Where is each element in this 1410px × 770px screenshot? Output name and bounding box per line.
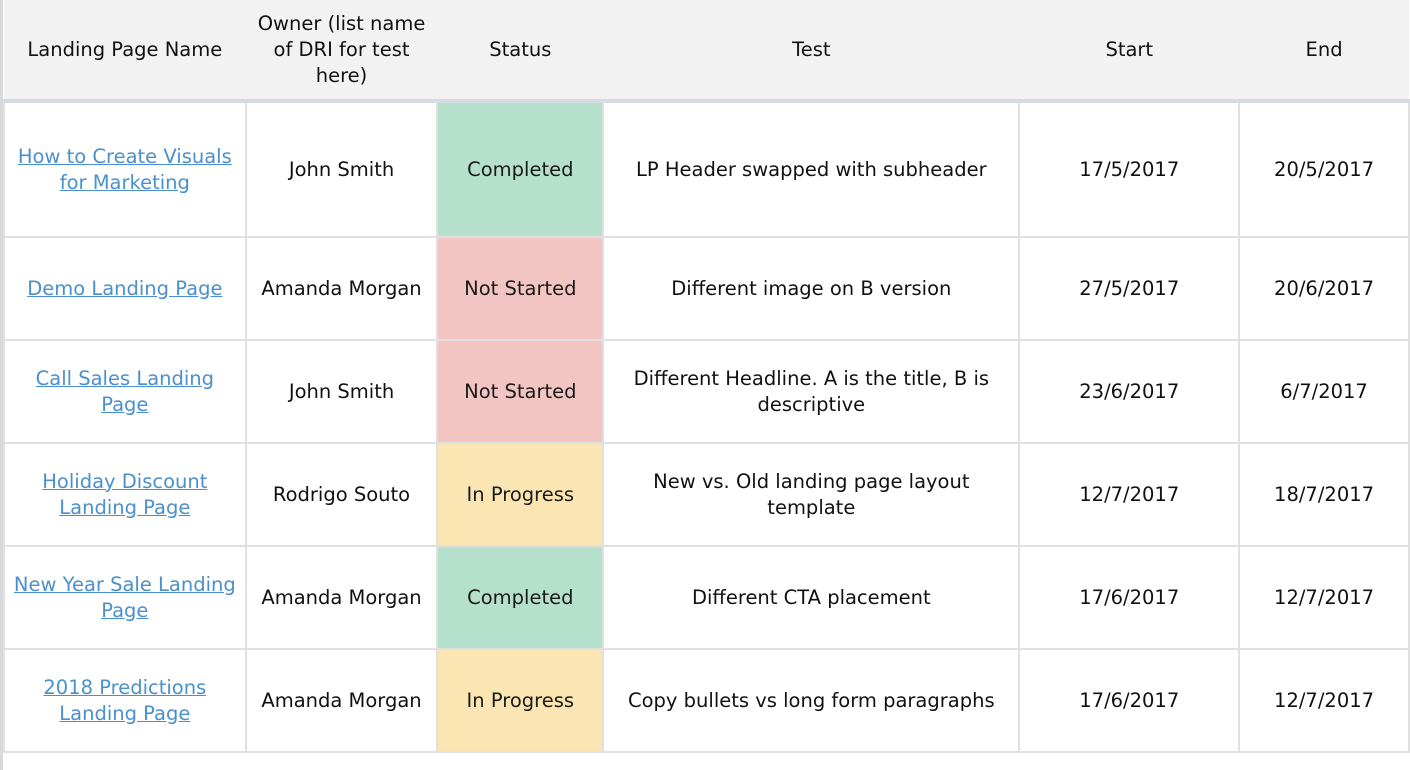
test-cell[interactable]: Different image on B version: [602, 236, 1021, 341]
landing-page-link[interactable]: 2018 Predictions Landing Page: [43, 676, 206, 725]
table-row: 2018 Predictions Landing Page Amanda Morg…: [3, 648, 1410, 753]
landing-page-test-table: Landing Page Name Owner (list name of DR…: [3, 0, 1410, 753]
header-owner[interactable]: Owner (list name of DRI for test here): [245, 0, 438, 103]
table-row: Demo Landing Page Amanda Morgan Not Starte…: [3, 236, 1410, 341]
landing-page-name-cell[interactable]: Holiday Discount Landing Page: [3, 442, 247, 547]
status-cell[interactable]: Not Started: [436, 236, 605, 341]
end-date-cell[interactable]: 20/6/2017: [1238, 236, 1410, 341]
table-row: New Year Sale Landing Page Amanda Morgan C…: [3, 545, 1410, 650]
end-date-cell[interactable]: 6/7/2017: [1238, 339, 1410, 444]
start-date-cell[interactable]: 27/5/2017: [1018, 236, 1241, 341]
test-cell[interactable]: Different Headline. A is the title, B is…: [602, 339, 1021, 444]
table-row: Call Sales Landing Page John Smith Not Sta…: [3, 339, 1410, 444]
start-date-cell[interactable]: 12/7/2017: [1018, 442, 1241, 547]
status-cell[interactable]: Completed: [436, 545, 605, 650]
end-date-cell[interactable]: 12/7/2017: [1238, 648, 1410, 753]
start-date-cell[interactable]: 23/6/2017: [1018, 339, 1241, 444]
end-date-cell[interactable]: 20/5/2017: [1238, 100, 1410, 238]
status-cell[interactable]: Completed: [436, 100, 605, 238]
landing-page-link[interactable]: How to Create Visuals for Marketing: [18, 145, 232, 194]
header-row: Landing Page Name Owner (list name of DR…: [4, 0, 1409, 103]
header-status[interactable]: Status: [437, 0, 604, 103]
owner-cell[interactable]: Rodrigo Souto: [244, 442, 439, 547]
header-end[interactable]: End: [1239, 0, 1409, 103]
owner-cell[interactable]: John Smith: [244, 339, 439, 444]
owner-cell[interactable]: Amanda Morgan: [244, 545, 439, 650]
start-date-cell[interactable]: 17/6/2017: [1018, 545, 1241, 650]
header-start[interactable]: Start: [1019, 0, 1240, 103]
status-cell[interactable]: In Progress: [436, 648, 605, 753]
owner-cell[interactable]: Amanda Morgan: [244, 648, 439, 753]
landing-page-name-cell[interactable]: How to Create Visuals for Marketing: [3, 100, 247, 238]
landing-page-name-cell[interactable]: Call Sales Landing Page: [3, 339, 247, 444]
owner-cell[interactable]: John Smith: [244, 100, 439, 238]
table-row: Holiday Discount Landing Page Rodrigo Sou…: [3, 442, 1410, 547]
landing-page-link[interactable]: Holiday Discount Landing Page: [42, 470, 207, 519]
owner-cell[interactable]: Amanda Morgan: [244, 236, 439, 341]
landing-page-link[interactable]: Call Sales Landing Page: [36, 367, 214, 416]
header-landing-page-name[interactable]: Landing Page Name: [4, 0, 246, 103]
end-date-cell[interactable]: 12/7/2017: [1238, 545, 1410, 650]
test-cell[interactable]: Different CTA placement: [602, 545, 1021, 650]
test-cell[interactable]: Copy bullets vs long form paragraphs: [602, 648, 1021, 753]
landing-page-link[interactable]: Demo Landing Page: [27, 277, 222, 300]
start-date-cell[interactable]: 17/6/2017: [1018, 648, 1241, 753]
landing-page-name-cell[interactable]: New Year Sale Landing Page: [3, 545, 247, 650]
landing-page-name-cell[interactable]: 2018 Predictions Landing Page: [3, 648, 247, 753]
test-cell[interactable]: New vs. Old landing page layout template: [602, 442, 1021, 547]
status-cell[interactable]: In Progress: [436, 442, 605, 547]
table-row: How to Create Visuals for Marketing John …: [3, 100, 1410, 238]
test-cell[interactable]: LP Header swapped with subheader: [602, 100, 1021, 238]
start-date-cell[interactable]: 17/5/2017: [1018, 100, 1241, 238]
end-date-cell[interactable]: 18/7/2017: [1238, 442, 1410, 547]
status-cell[interactable]: Not Started: [436, 339, 605, 444]
landing-page-name-cell[interactable]: Demo Landing Page: [3, 236, 247, 341]
landing-page-link[interactable]: New Year Sale Landing Page: [14, 573, 236, 622]
header-test[interactable]: Test: [603, 0, 1020, 103]
